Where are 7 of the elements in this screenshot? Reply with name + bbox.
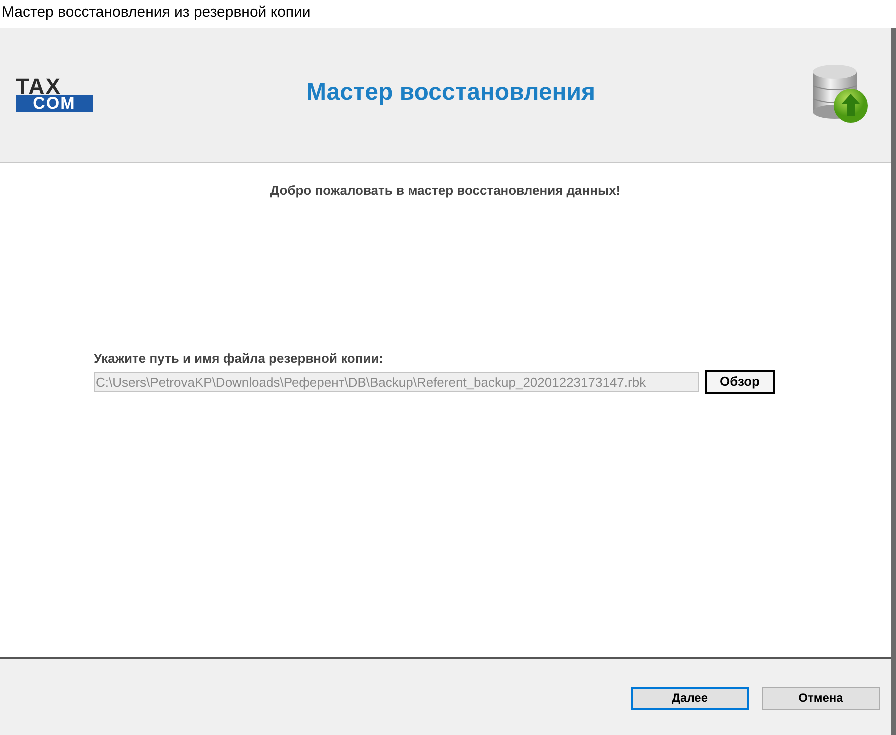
welcome-text: Добро пожаловать в мастер восстановления данных! [269, 182, 622, 200]
dialog-button[interactable]: Отмена [762, 686, 880, 710]
header-title: Мастер восстановления [305, 78, 597, 108]
file-path-label: Укажите путь и имя файла резервной копии: [94, 350, 385, 368]
window-title: Мастер восстановления из резервной копии [1, 3, 312, 23]
dialog-button[interactable]: Далее [631, 686, 749, 710]
logo: TAX COM [16, 78, 93, 112]
